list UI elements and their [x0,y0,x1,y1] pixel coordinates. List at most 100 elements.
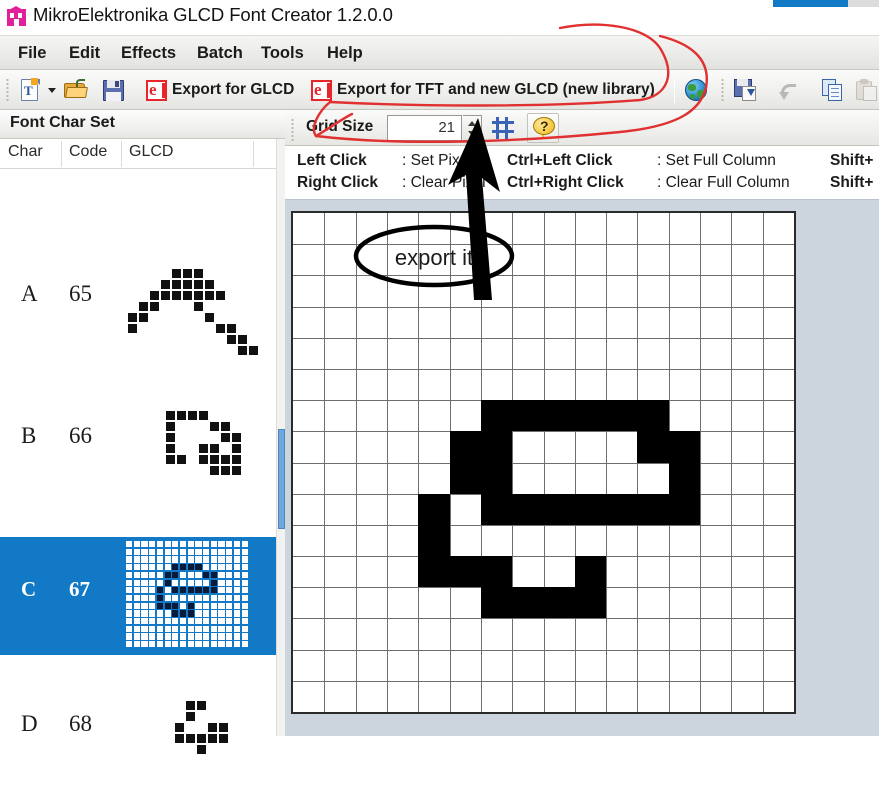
help-button[interactable]: ? [527,113,559,143]
copy-button[interactable] [818,75,848,105]
grid-cell-on[interactable] [418,525,450,556]
menu-item-help[interactable]: Help [321,42,369,65]
glyph-preview-cell [156,579,164,586]
code-value: 67 [69,577,90,601]
undo-button[interactable] [775,75,805,105]
web-button[interactable] [681,75,711,105]
grid-cell-on[interactable] [544,494,575,525]
menu-item-file[interactable]: File [12,42,52,65]
toolbar-grip-2[interactable] [721,78,724,102]
glyph-preview-cell [210,633,217,640]
glyph-preview-cell [141,579,148,586]
grid-cell-on[interactable] [606,494,637,525]
export-for-glcd-button[interactable]: e Export for GLCD [142,75,298,105]
export-for-glcd-label: Export for GLCD [172,81,295,98]
glyph-preview-cell [141,571,148,579]
list-item[interactable]: B 66 [0,385,276,518]
toolbar-grip[interactable] [6,78,9,102]
grid-cell-on[interactable] [575,400,606,431]
glyph-pixel [128,313,137,322]
column-divider[interactable] [253,141,254,167]
grid-cell-on[interactable] [418,556,450,587]
glyph-preview-cell [133,541,140,548]
grid-cell-on[interactable] [512,494,544,525]
glyph-pixel [166,433,175,442]
grid-cell-on[interactable] [481,587,512,618]
hint-key: Ctrl+Left Click [507,152,613,169]
grid-cell-on[interactable] [481,400,512,431]
glyph-preview-cell [210,594,217,602]
grid-toggle-button[interactable] [488,113,518,143]
grid-cell-on[interactable] [637,400,669,431]
grid-cell-on[interactable] [481,431,512,463]
grid-cell-on[interactable] [544,587,575,618]
grid-cell-on[interactable] [450,556,481,587]
grid-cell-on[interactable] [669,494,700,525]
char-list[interactable]: A 65 B 66 C 67 D 68 [0,169,276,754]
grid-cell-on[interactable] [481,494,512,525]
column-header-char[interactable]: Char [8,143,43,161]
menu-item-edit[interactable]: Edit [63,42,106,65]
chevron-down-icon[interactable] [48,87,56,93]
glyph-preview-cell [210,541,217,548]
paste-button[interactable] [852,75,879,105]
glyph-preview-cell [226,633,233,640]
grid-cell-on[interactable] [669,431,700,463]
glyph-preview-cell [218,602,225,609]
list-item[interactable]: A 65 [0,243,276,376]
code-value: 68 [69,711,92,736]
glyph-preview-cell [233,602,241,609]
grid-cell-on[interactable] [575,587,606,618]
glyph-pixel [166,422,175,431]
column-divider[interactable] [61,141,62,167]
glyph-preview-cell [210,571,217,579]
export-for-tft-button[interactable]: e Export for TFT and new GLCD (new libra… [307,75,659,105]
list-item-selected[interactable]: C 67 [0,537,276,655]
glyph-preview-cell [149,641,156,648]
grid-cell-on[interactable] [637,494,669,525]
grid-size-input[interactable]: 21 [387,115,462,141]
grid-size-stepper[interactable] [463,115,482,141]
grid-cell-on[interactable] [606,400,637,431]
column-header-code[interactable]: Code [69,143,107,161]
save-as-icon [734,79,757,101]
grid-cell-on[interactable] [481,556,512,587]
save-as-button[interactable] [730,75,761,105]
scrollbar-thumb[interactable] [278,429,285,529]
menu-item-batch[interactable]: Batch [191,42,249,65]
glyph-pixel [227,335,236,344]
menu-item-effects[interactable]: Effects [115,42,182,65]
menu-item-tools[interactable]: Tools [255,42,310,65]
grid-cell-on[interactable] [512,400,544,431]
chevron-up-icon[interactable] [468,121,476,126]
chevron-down-icon[interactable] [468,131,476,136]
grid-cell-on[interactable] [512,587,544,618]
grid-cell-on[interactable] [418,494,450,525]
glyph-preview-cell [133,625,140,632]
vertical-scrollbar[interactable] [276,139,285,736]
save-button[interactable] [99,75,128,105]
grid-toolbar-grip[interactable] [291,118,294,142]
glyph-preview-cell [233,594,241,602]
glyph-preview-cell [233,587,241,594]
glyph-pixel [221,455,230,464]
glyph-preview-cell [241,548,248,555]
grid-cell-on[interactable] [669,463,700,494]
grid-cell-on[interactable] [575,556,606,587]
glyph-preview-cell [141,548,148,555]
grid-cell-on[interactable] [544,400,575,431]
grid-cell-on[interactable] [637,431,669,463]
glyph-preview-cell [126,541,133,548]
open-button[interactable] [60,75,92,105]
column-header-glcd[interactable]: GLCD [129,143,173,161]
pixel-grid[interactable] [291,211,796,714]
new-font-button[interactable]: T [15,75,60,105]
grid-cell-on[interactable] [481,463,512,494]
glyph-pixel [249,346,258,355]
glyph-preview-cell [141,618,148,625]
grid-cell-on[interactable] [450,431,481,463]
column-divider[interactable] [121,141,122,167]
grid-cell-on[interactable] [450,463,481,494]
list-item[interactable]: D 68 [0,669,276,789]
grid-cell-on[interactable] [575,494,606,525]
